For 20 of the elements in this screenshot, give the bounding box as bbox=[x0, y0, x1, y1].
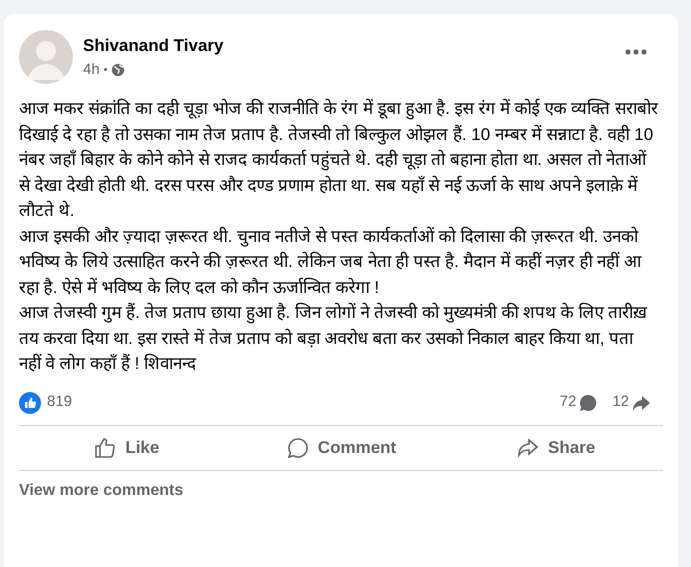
comment-count[interactable]: 72 bbox=[560, 391, 576, 414]
action-button[interactable]: Comment bbox=[234, 430, 448, 466]
speech-bubble-icon bbox=[286, 436, 310, 460]
reaction-count[interactable]: 819 bbox=[47, 391, 72, 414]
action-button[interactable]: Share bbox=[448, 430, 664, 466]
post-text: आज तेजस्वी गुम हैं. तेज प्रताप छाया हुआ है. जिन लोगों ने तेजस्वी को मुख्यमंत्री की शपथ के लिए तारीख़ तय करवा दिया था. इस रास्ते में तेज प्रताप को बड़ा अवरोध बता कर उसको निकाल बाहर किया था, पता नहीं वे लोग कहाँ हैं ! शिवानन्द bbox=[19, 302, 648, 375]
post-text: आज मकर संक्रांति का दही चूड़ा भोज की राजनीति के रंग में डूबा हुआ है. इस रंग में कोई एक व्यक्ति सराबोर दिखाई दे रहा है तो उसका नाम तेज प्रताप है. तेजस्वी तो बिल्कुल ओझल हैं. 10 नम्बर में सन्नाटा है. वही 10 नंबर जहाँ बिहार के कोने कोने से राजद कार्यकर्ता पहुंचते थे. दही चूड़ा तो बहाना होता था. असल तो नेताओं से देखा देखी होती थी. दरस परस और दण्ड प्रणाम होता था. सब यहाँ से नई ऊर्जा के साथ अपने इलाक़े में लौटते थे. bbox=[19, 98, 659, 222]
author-name[interactable]: Shivanand Tivary bbox=[83, 33, 615, 58]
action-button[interactable]: Like bbox=[19, 430, 234, 466]
share-count[interactable]: 12 bbox=[612, 391, 629, 414]
view-more-comments-link[interactable]: View more comments bbox=[19, 482, 184, 498]
more-options-icon[interactable] bbox=[625, 49, 647, 55]
thumbs-up-icon bbox=[93, 436, 118, 460]
avatar bbox=[19, 30, 73, 84]
post-time[interactable]: 4h bbox=[83, 58, 100, 81]
post-text: आज इसकी और ज़्यादा ज़रूरत थी. चुनाव नतीजे से पस्त कार्यकर्ताओं को दिलासा की ज़रूरत थी. उनको भविष्य के लिये उत्साहित करने की ज़रूरत थी. लेकिन जब नेता ही पस्त है. मैदान में कहीं नज़र ही नहीं आ रहा है. ऐसे में भविष्य के लिए दल को कौन ऊर्जान्वित करेगा ! bbox=[19, 226, 643, 298]
like-reaction-icon bbox=[19, 392, 41, 414]
share-arrow-icon bbox=[516, 436, 540, 460]
globe-icon bbox=[110, 62, 125, 77]
speech-bubble-icon bbox=[578, 392, 598, 412]
